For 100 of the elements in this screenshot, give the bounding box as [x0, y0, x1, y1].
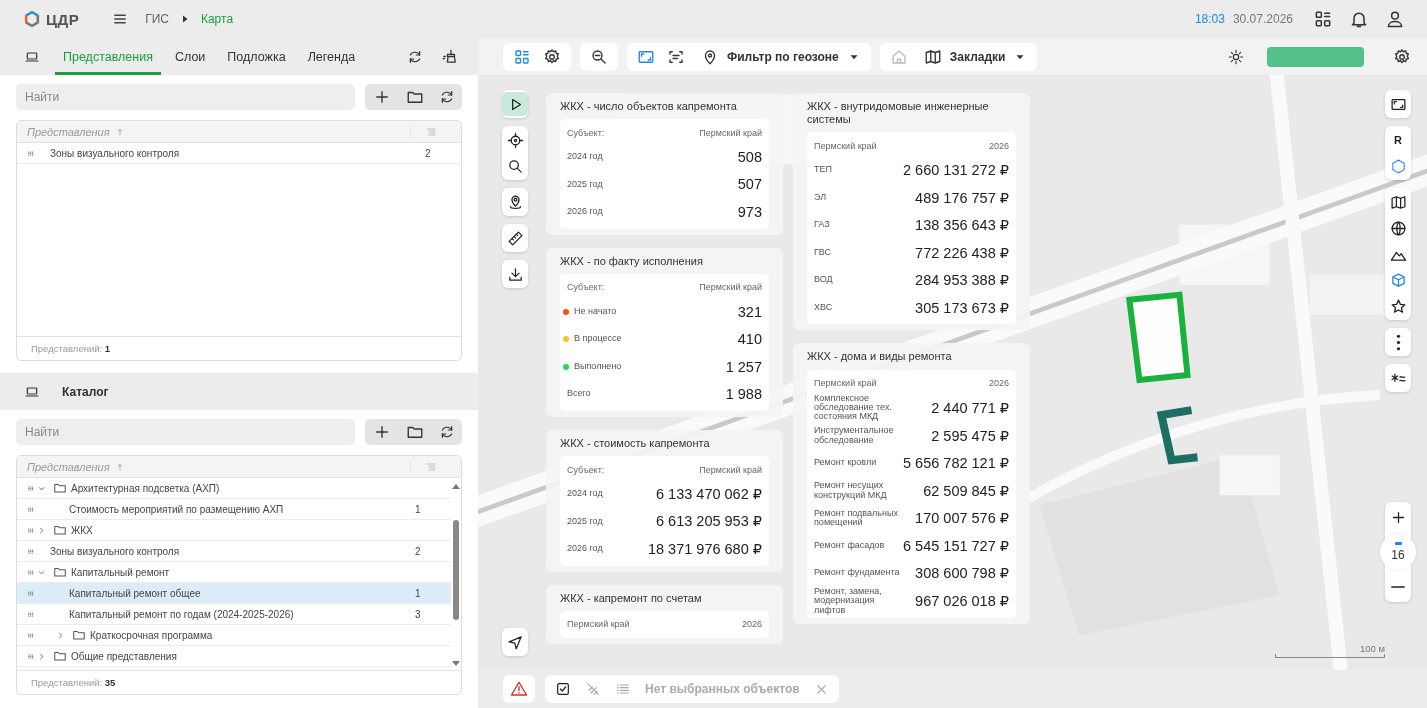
panel-tab[interactable]: Слои — [166, 38, 214, 75]
more-icon — [1395, 333, 1401, 351]
user-icon[interactable] — [1385, 9, 1405, 29]
drag-handle-icon[interactable] — [27, 483, 36, 493]
brightness-icon[interactable] — [1228, 48, 1244, 65]
drag-handle-icon[interactable] — [27, 630, 36, 640]
panel-tab[interactable]: Подложка — [219, 38, 294, 75]
hexagon-icon — [1389, 157, 1407, 175]
metric-value: 18 371 976 680 ₽ — [647, 540, 762, 557]
layout-icon — [513, 47, 531, 66]
tree-row[interactable]: Краткосрочная программа — [17, 625, 451, 646]
table-header-label: Пермский край — [814, 378, 877, 389]
search-field[interactable]: Найти — [16, 419, 355, 445]
table-header-label: Пермский край — [814, 140, 877, 151]
metric-name: 2024 год — [567, 489, 603, 499]
metric-value: 5 656 782 121 ₽ — [903, 455, 1009, 472]
metric-name: Всего — [567, 389, 591, 399]
metric-name: Выполнено — [574, 361, 622, 372]
metric-value: 284 953 388 ₽ — [915, 272, 1009, 289]
view-item-label: Капитальный ремонт по годам (2024-2025-2026) — [69, 608, 295, 620]
card-title: ЖКХ - число объектов капремонта — [560, 100, 738, 114]
drag-handle-icon[interactable] — [27, 567, 36, 577]
folder-icon — [72, 628, 86, 642]
metric-name: Инструментальное обследование — [814, 426, 895, 446]
metric-name: ХВС — [814, 302, 833, 313]
tree-row[interactable]: Стоимость мероприятий по размещению АХП 1 — [17, 499, 451, 520]
metric-name: 2026 год — [567, 207, 603, 217]
refresh-icon[interactable] — [407, 48, 423, 65]
clear-icon[interactable] — [441, 48, 458, 65]
drag-handle-icon[interactable] — [27, 588, 36, 598]
metric-value: 508 — [737, 148, 762, 165]
tree-row[interactable]: Зоны визуального контроля 2 — [17, 143, 461, 164]
count-text: 1 — [415, 587, 422, 599]
tree-row[interactable]: ЖКХ — [17, 520, 451, 541]
cube-icon — [1389, 271, 1407, 289]
tree-row[interactable]: Капитальный ремонт общее 1 — [17, 583, 451, 604]
metric-value: 2 440 771 ₽ — [931, 399, 1009, 416]
metric-name: Ремонт фасадов — [814, 540, 885, 551]
drag-handle-icon[interactable] — [27, 148, 36, 158]
metric-name: 2025 год — [567, 179, 603, 190]
scale-label: 100 м — [1359, 643, 1385, 654]
selection-status-text: Нет выбранных объектов — [645, 682, 800, 696]
drag-handle-icon[interactable] — [27, 525, 36, 535]
tree-item-label: Краткосрочная программа — [90, 629, 214, 641]
date-text: 30.07.2026 — [1232, 12, 1293, 26]
drag-handle-icon[interactable] — [27, 651, 36, 661]
navigation-arrow-icon — [506, 633, 524, 651]
folder-icon — [53, 481, 67, 495]
count-text: 1 — [415, 503, 422, 515]
views-count-text: Представлений: 1 — [17, 336, 461, 360]
table-header-label: 2026 — [741, 619, 762, 630]
metric-name: Ремонт несущих конструкций МКД — [814, 481, 888, 501]
globe-icon — [1389, 219, 1407, 237]
breadcrumb-link[interactable]: ГИС — [145, 12, 169, 26]
panel-tab[interactable]: Легенда — [299, 38, 364, 75]
dashboard-icon[interactable] — [1313, 9, 1333, 29]
catalog-count-text: Представлений: 35 — [17, 670, 461, 694]
table-header-label: 2026 — [988, 378, 1009, 389]
tree-row[interactable]: Общие представления — [17, 646, 451, 667]
table-header-label: Субъект: — [567, 464, 605, 475]
warning-icon — [510, 680, 528, 698]
tree-item-label: Общие представления — [71, 650, 178, 662]
settings-icon[interactable] — [1393, 47, 1411, 66]
star-icon — [1389, 297, 1407, 315]
table-header-label: Пермский край — [699, 464, 762, 475]
metric-name: 2024 год — [567, 152, 603, 162]
ruler-icon — [506, 229, 524, 247]
drag-handle-icon[interactable] — [27, 609, 36, 619]
search-icon — [506, 157, 524, 175]
tree-row[interactable]: Капитальный ремонт по годам (2024-2025-2026) 3 — [17, 604, 451, 625]
metric-name: ТЕП — [814, 165, 832, 175]
drag-handle-icon[interactable] — [27, 504, 36, 514]
metric-value: 6 133 470 062 ₽ — [656, 485, 762, 502]
metric-name: Ремонт подвальных помещений — [814, 508, 899, 528]
map-icon — [1389, 193, 1407, 211]
metric-name: ВОД — [814, 275, 833, 285]
search-field[interactable]: Найти — [16, 84, 355, 110]
logo-text: ЦДР — [46, 10, 80, 28]
minus-icon — [1391, 586, 1405, 588]
metric-value: 170 007 576 ₽ — [915, 510, 1009, 527]
tree-row[interactable]: Зоны визуального контроля 2 — [17, 541, 451, 562]
card-title: ЖКХ - по факту исполнения — [560, 254, 704, 268]
bookmarks-dropdown[interactable]: Закладки — [919, 44, 1032, 69]
card-title: ЖКХ - капремонт по счетам — [560, 591, 703, 605]
metric-name: Ремонт, замена, модернизация лифтов — [814, 586, 883, 616]
metric-name: Ремонт фундамента — [814, 568, 900, 578]
folder-icon — [53, 565, 67, 579]
settings-icon — [543, 47, 561, 66]
metric-value: 489 176 757 ₽ — [915, 189, 1009, 206]
letter-tool-button[interactable]: R — [1385, 128, 1411, 152]
card-title: ЖКХ - дома и виды ремонта — [807, 350, 953, 364]
metric-value: 772 226 438 ₽ — [915, 244, 1009, 261]
drag-handle-icon[interactable] — [27, 546, 36, 556]
table-header-label: Субъект: — [567, 127, 605, 138]
metric-value: 410 — [737, 331, 762, 348]
metric-value: 507 — [737, 176, 762, 193]
warning-button[interactable] — [503, 675, 535, 703]
geozone-filter-dropdown[interactable]: Фильтр по геозоне — [697, 44, 865, 69]
tree-row[interactable]: Архитектурная подсветка (АХП) — [17, 478, 451, 499]
metric-value: 308 600 798 ₽ — [915, 565, 1009, 582]
